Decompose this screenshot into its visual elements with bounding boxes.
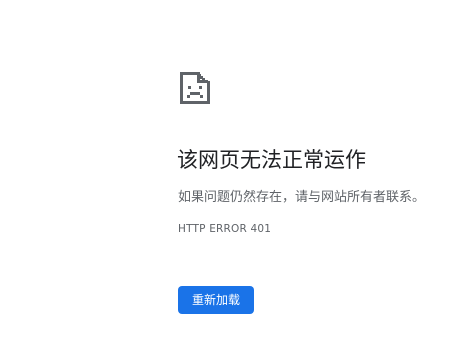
error-suggestion: 如果问题仍然存在，请与网站所有者联系。 (178, 190, 426, 205)
error-heading: 该网页无法正常运作 (177, 148, 366, 172)
error-code: HTTP ERROR 401 (178, 223, 272, 235)
sad-document-icon (178, 70, 212, 106)
error-page: 该网页无法正常运作 如果问题仍然存在，请与网站所有者联系。 HTTP ERROR… (0, 0, 474, 360)
reload-button[interactable]: 重新加载 (178, 286, 254, 314)
